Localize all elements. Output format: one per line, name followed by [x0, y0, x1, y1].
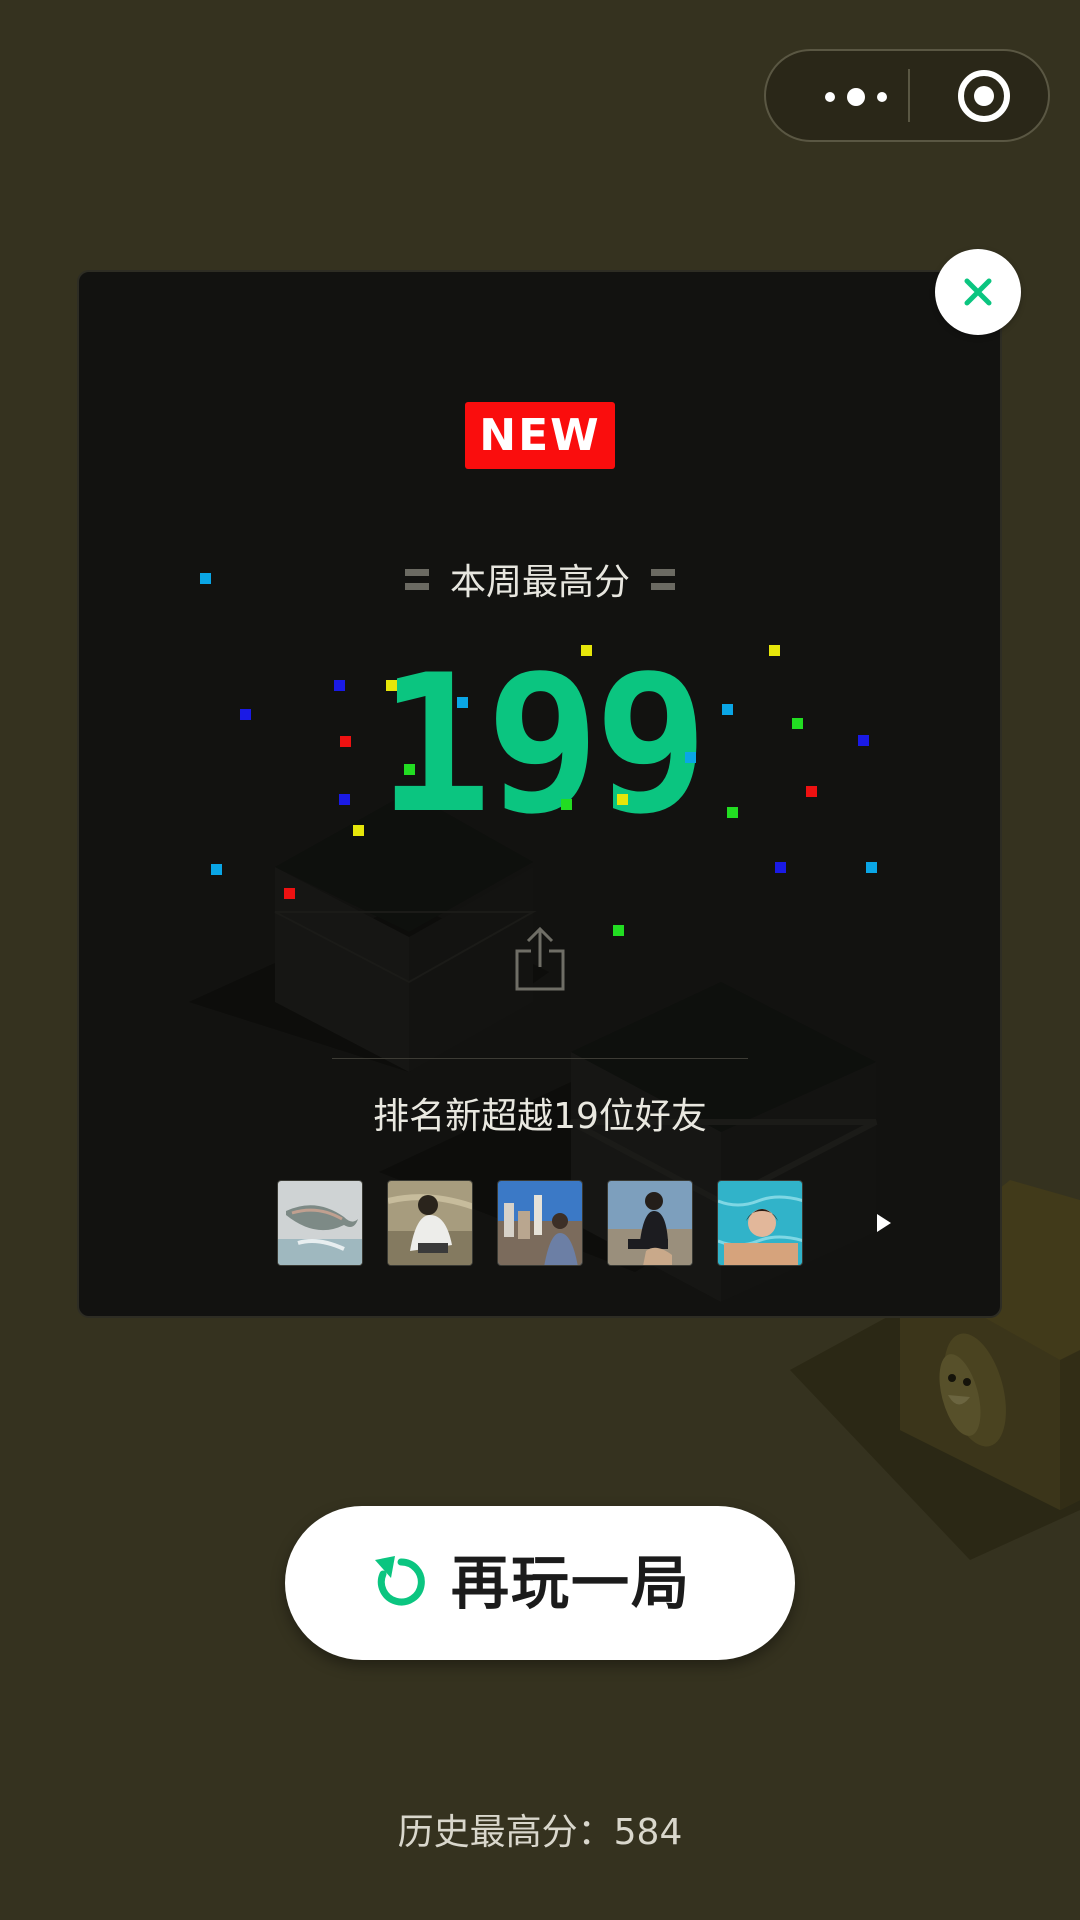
- friend-avatar-2[interactable]: [387, 1180, 473, 1266]
- title-bar-left: [405, 569, 429, 597]
- title-bar-right: [651, 569, 675, 597]
- divider-line: [332, 1058, 748, 1059]
- score-value: 199: [377, 634, 708, 855]
- target-circle-icon[interactable]: [956, 68, 1012, 124]
- mini-program-capsule: [764, 49, 1050, 142]
- more-dots-icon[interactable]: [806, 51, 906, 140]
- new-badge: NEW: [465, 402, 615, 469]
- capsule-divider: [908, 69, 910, 122]
- share-icon[interactable]: [513, 926, 567, 993]
- weekly-best-title: 本周最高分: [400, 555, 680, 611]
- friend-avatar-1[interactable]: [277, 1180, 363, 1266]
- replay-icon: [375, 1556, 425, 1606]
- replay-label: 再玩一局: [451, 1549, 692, 1617]
- history-best-score: 历史最高分：584: [397, 1812, 683, 1853]
- friend-avatar-5[interactable]: [717, 1180, 803, 1266]
- friend-avatar-list: [277, 1180, 877, 1268]
- rank-text: 排名新超越19位好友: [373, 1096, 707, 1137]
- play-arrow-icon[interactable]: [875, 1212, 893, 1234]
- friend-avatar-3[interactable]: [497, 1180, 583, 1266]
- friend-avatar-4[interactable]: [607, 1180, 693, 1266]
- replay-button[interactable]: 再玩一局: [285, 1506, 795, 1660]
- weekly-best-label: 本周最高分: [449, 562, 630, 603]
- close-button[interactable]: [935, 249, 1021, 335]
- close-x-icon: [964, 278, 992, 306]
